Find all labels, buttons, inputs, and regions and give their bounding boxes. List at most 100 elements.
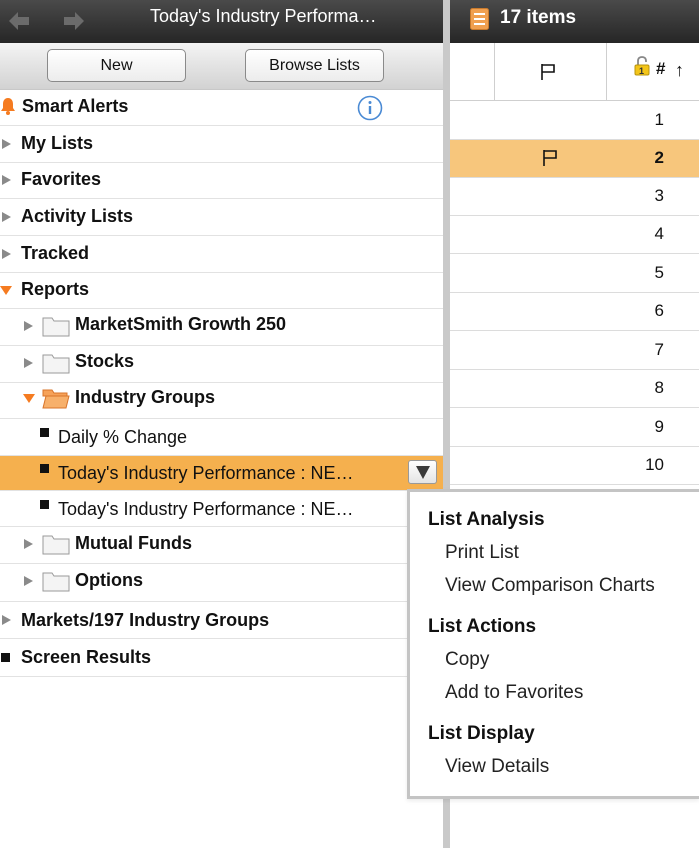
sidebar-item-stocks[interactable]: Stocks (0, 346, 445, 383)
expand-arrow-icon[interactable] (2, 249, 11, 259)
expand-arrow-icon[interactable] (24, 539, 33, 549)
lock-icon[interactable]: 1 (634, 56, 650, 76)
list-item-todays-performance-selected[interactable]: Today's Industry Performance : NE… (0, 456, 445, 491)
sidebar-item-tracked[interactable]: Tracked (0, 236, 445, 273)
folder-icon (42, 572, 70, 592)
sidebar-item-label: Options (75, 570, 143, 590)
table-row[interactable]: 9 (450, 409, 699, 447)
sidebar-item-screen-results[interactable]: Screen Results (0, 639, 445, 677)
row-number: 1 (654, 110, 664, 129)
folder-icon (42, 535, 70, 555)
expand-arrow-icon[interactable] (24, 358, 33, 368)
info-icon[interactable] (357, 95, 383, 121)
table-row[interactable]: 1 (450, 102, 699, 140)
table-row[interactable]: 7 (450, 332, 699, 370)
sidebar-item-label: My Lists (21, 133, 94, 153)
menu-item-add-to-favorites[interactable]: Add to Favorites (445, 682, 583, 704)
list-icon (470, 8, 489, 30)
row-number: 8 (654, 378, 664, 397)
expand-arrow-icon[interactable] (2, 212, 11, 222)
sidebar-item-label: Activity Lists (21, 206, 134, 226)
folder-icon (42, 354, 70, 374)
svg-text:1: 1 (639, 66, 644, 76)
table-row[interactable]: 10 (450, 447, 699, 485)
sidebar-item-marketsmith-growth[interactable]: MarketSmith Growth 250 (0, 309, 445, 346)
sidebar-item-activity-lists[interactable]: Activity Lists (0, 199, 445, 236)
collapse-arrow-icon[interactable] (23, 394, 35, 403)
sidebar-item-smart-alerts[interactable]: Smart Alerts (0, 90, 445, 126)
items-header: 17 items (450, 0, 699, 43)
back-arrow-icon[interactable] (5, 7, 33, 35)
context-menu: List Analysis Print List View Comparison… (407, 489, 699, 799)
flag-icon[interactable] (540, 63, 556, 81)
bullet-icon (40, 428, 49, 437)
column-divider (606, 43, 607, 101)
sidebar-item-label: MarketSmith Growth 250 (75, 314, 287, 334)
sidebar-item-label: Smart Alerts (22, 96, 129, 116)
sidebar-item-label: Favorites (21, 169, 102, 189)
row-menu-button[interactable] (408, 460, 437, 484)
sidebar-item-reports[interactable]: Reports (0, 273, 445, 309)
list-item-label: Today's Industry Performance : NE… (58, 499, 354, 519)
table-row[interactable]: 8 (450, 370, 699, 408)
sidebar-item-industry-groups[interactable]: Industry Groups (0, 383, 445, 419)
collapse-arrow-icon[interactable] (0, 286, 12, 295)
sidebar-item-label: Markets/197 Industry Groups (21, 610, 270, 630)
flag-icon[interactable] (542, 149, 558, 167)
list-item-daily-change[interactable]: Daily % Change (0, 419, 445, 456)
sidebar-item-markets-197[interactable]: Markets/197 Industry Groups (0, 602, 445, 639)
list-item-label: Today's Industry Performance : NE… (58, 463, 354, 483)
menu-item-copy[interactable]: Copy (445, 649, 489, 671)
menu-section-list-analysis: List Analysis (428, 509, 545, 530)
sidebar-item-label: Stocks (75, 351, 135, 371)
folder-icon (42, 317, 70, 337)
browse-lists-button[interactable]: Browse Lists (245, 49, 384, 82)
sidebar-item-favorites[interactable]: Favorites (0, 163, 445, 199)
bullet-icon (40, 464, 49, 473)
menu-item-print-list[interactable]: Print List (445, 542, 519, 564)
sidebar-item-label: Industry Groups (75, 387, 216, 407)
menu-section-list-actions: List Actions (428, 616, 537, 637)
column-header-number[interactable]: # (656, 59, 665, 79)
title-bar: Today's Industry Performa… (0, 0, 445, 43)
expand-arrow-icon[interactable] (2, 615, 11, 625)
new-button[interactable]: New (47, 49, 186, 82)
table-row-selected[interactable]: 2 (450, 140, 699, 178)
sidebar-item-label: Tracked (21, 243, 90, 263)
sidebar-item-mutual-funds[interactable]: Mutual Funds (0, 527, 445, 564)
button-bar: New Browse Lists (0, 43, 445, 90)
table-row[interactable]: 6 (450, 293, 699, 331)
menu-section-list-display: List Display (428, 723, 535, 744)
bullet-icon (40, 500, 49, 509)
expand-arrow-icon[interactable] (24, 576, 33, 586)
menu-item-view-comparison-charts[interactable]: View Comparison Charts (445, 575, 655, 597)
table-row[interactable]: 4 (450, 216, 699, 254)
row-number: 7 (654, 340, 664, 359)
grid-header: 1 # ↑ (450, 43, 699, 101)
column-divider (494, 43, 495, 101)
menu-item-view-details[interactable]: View Details (445, 756, 549, 778)
expand-arrow-icon[interactable] (24, 321, 33, 331)
list-item-todays-performance[interactable]: Today's Industry Performance : NE… (0, 491, 445, 527)
forward-arrow-icon[interactable] (60, 7, 88, 35)
sidebar-item-label: Screen Results (21, 647, 152, 667)
list-item-label: Daily % Change (58, 427, 188, 447)
row-number: 10 (645, 455, 664, 474)
folder-open-icon (42, 389, 70, 409)
window-title: Today's Industry Performa… (150, 6, 377, 26)
table-row[interactable]: 5 (450, 255, 699, 293)
sidebar-item-label: Mutual Funds (75, 533, 192, 553)
table-row[interactable]: 3 (450, 178, 699, 216)
sidebar-item-my-lists[interactable]: My Lists (0, 126, 445, 163)
bell-icon (1, 98, 15, 115)
sort-ascending-icon[interactable]: ↑ (675, 60, 684, 81)
row-number: 2 (654, 148, 664, 167)
expand-arrow-icon[interactable] (2, 139, 11, 149)
row-number: 4 (654, 224, 664, 243)
bullet-icon (1, 653, 10, 662)
sidebar-item-options[interactable]: Options (0, 564, 445, 602)
row-number: 6 (654, 301, 664, 320)
expand-arrow-icon[interactable] (2, 175, 11, 185)
dropdown-icon (416, 466, 430, 479)
sidebar-item-label: Reports (21, 279, 90, 299)
